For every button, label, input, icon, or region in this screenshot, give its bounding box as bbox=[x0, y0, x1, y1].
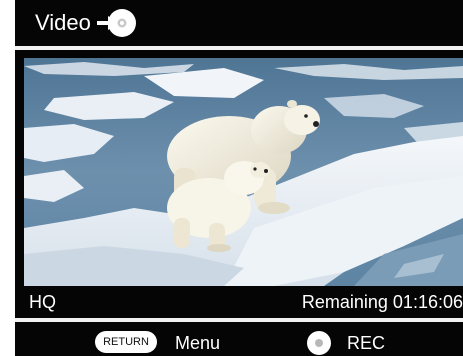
header-divider bbox=[15, 46, 463, 50]
rec-dot bbox=[315, 339, 323, 347]
footer-divider bbox=[15, 318, 463, 322]
info-bar: HQ Remaining 01:16:06 bbox=[15, 288, 463, 316]
header: Video bbox=[15, 0, 463, 46]
footer: RETURN Menu REC bbox=[15, 324, 463, 356]
polar-bears-image bbox=[24, 58, 463, 286]
video-screen: Video HQ Remaining 01:16:06 RETURN Menu … bbox=[15, 0, 463, 356]
video-preview bbox=[24, 58, 463, 286]
rec-button-icon[interactable] bbox=[307, 331, 331, 355]
disc-icon[interactable] bbox=[107, 8, 137, 38]
remaining-time: Remaining 01:16:06 bbox=[301, 292, 463, 312]
return-button[interactable]: RETURN bbox=[95, 331, 157, 353]
page-title: Video bbox=[35, 10, 91, 35]
menu-label: Menu bbox=[175, 333, 221, 353]
quality-indicator: HQ bbox=[29, 292, 56, 312]
rec-label: REC bbox=[347, 333, 386, 353]
